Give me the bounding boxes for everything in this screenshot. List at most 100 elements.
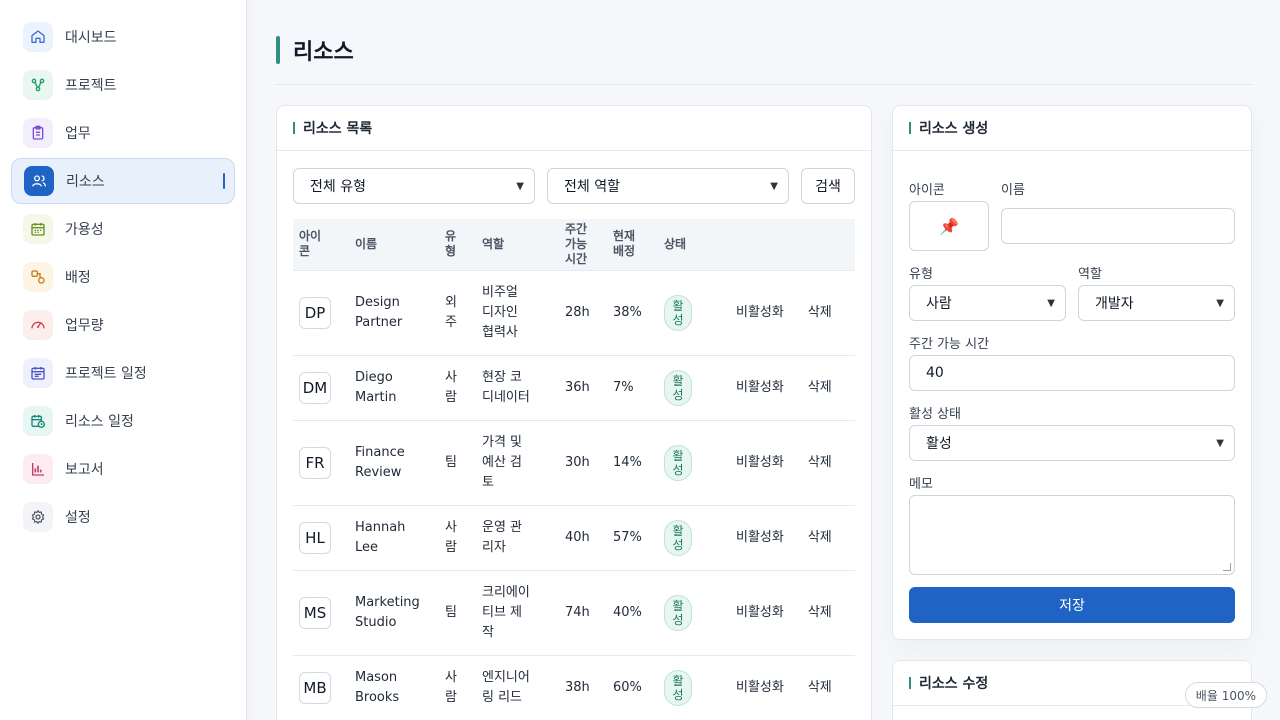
type-cell: 외 주 bbox=[439, 269, 476, 355]
deactivate-button[interactable]: 비활성화 bbox=[736, 380, 784, 395]
delete-button[interactable]: 삭제 bbox=[808, 455, 832, 470]
delete-button[interactable]: 삭제 bbox=[808, 605, 832, 620]
sidebar-item-9[interactable]: 보고서 bbox=[11, 446, 235, 492]
resize-handle[interactable] bbox=[1223, 563, 1231, 571]
table-row: HL Hannah Lee 사 람 운영 관 리자 40h 57% 활 성 비활성화 삭제 bbox=[293, 504, 855, 570]
deactivate-button[interactable]: 비활성화 bbox=[736, 680, 784, 695]
status-badge: 활 성 bbox=[664, 444, 692, 481]
avatar: FR bbox=[299, 446, 331, 479]
name-cell: Mason Brooks bbox=[349, 654, 439, 720]
delete-button[interactable]: 삭제 bbox=[808, 380, 832, 395]
role-cell: 가격 및 예산 검 토 bbox=[476, 419, 559, 505]
sidebar-item-label: 대시보드 bbox=[65, 30, 117, 46]
card-accent bbox=[909, 677, 911, 689]
avatar-cell: HL bbox=[293, 504, 349, 570]
status-cell: 활 성 bbox=[658, 419, 720, 505]
actions-cell: 비활성화 삭제 bbox=[720, 654, 855, 720]
allocation-cell: 38% bbox=[607, 269, 658, 355]
role-filter-value: 전체 역할 bbox=[564, 179, 620, 195]
role-select[interactable]: 개발자 ▼ bbox=[1078, 285, 1235, 321]
chevron-down-icon: ▼ bbox=[1216, 437, 1224, 449]
column-header bbox=[720, 219, 855, 270]
delete-button[interactable]: 삭제 bbox=[808, 305, 832, 320]
type-filter-value: 전체 유형 bbox=[310, 179, 366, 195]
sidebar-item-0[interactable]: 대시보드 bbox=[11, 14, 235, 60]
deactivate-button[interactable]: 비활성화 bbox=[736, 455, 784, 470]
resource-create-card: 리소스 생성 아이콘 이름 📌 유형 역할 사람 ▼ 개발자 ▼ 주간 가능 시… bbox=[892, 105, 1252, 640]
resource-table: 아이 콘 이름 유 형 역할 주간 가능 시간 현재 배정 상태 DP Design Part… bbox=[293, 219, 855, 720]
memo-textarea[interactable] bbox=[909, 495, 1235, 575]
status-select[interactable]: 활성 ▼ bbox=[909, 425, 1235, 461]
weekly-hours-value: 40 bbox=[926, 365, 944, 381]
sidebar-item-5[interactable]: 배정 bbox=[11, 254, 235, 300]
sidebar-item-label: 프로젝트 일정 bbox=[65, 366, 147, 382]
type-cell: 팀 bbox=[439, 569, 476, 655]
chevron-down-icon: ▼ bbox=[1216, 297, 1224, 309]
avatar-cell: FR bbox=[293, 419, 349, 505]
pin-icon: 📌 bbox=[939, 216, 959, 236]
role-select-value: 개발자 bbox=[1095, 296, 1134, 312]
save-button[interactable]: 저장 bbox=[909, 587, 1235, 623]
deactivate-button[interactable]: 비활성화 bbox=[736, 605, 784, 620]
type-filter-select[interactable]: 전체 유형 ▼ bbox=[293, 168, 535, 204]
delete-button[interactable]: 삭제 bbox=[808, 680, 832, 695]
name-cell: Diego Martin bbox=[349, 354, 439, 420]
deactivate-button[interactable]: 비활성화 bbox=[736, 305, 784, 320]
actions-cell: 비활성화 삭제 bbox=[720, 269, 855, 355]
calendar-icon bbox=[23, 214, 53, 244]
status-cell: 활 성 bbox=[658, 504, 720, 570]
name-cell: Design Partner bbox=[349, 269, 439, 355]
allocation-cell: 7% bbox=[607, 354, 658, 420]
clipboard-icon bbox=[23, 118, 53, 148]
allocation-cell: 60% bbox=[607, 654, 658, 720]
sidebar-item-6[interactable]: 업무량 bbox=[11, 302, 235, 348]
column-header: 유 형 bbox=[445, 229, 457, 259]
type-select[interactable]: 사람 ▼ bbox=[909, 285, 1066, 321]
table-header-row: 아이 콘 이름 유 형 역할 주간 가능 시간 현재 배정 상태 bbox=[293, 219, 855, 270]
icon-picker-button[interactable]: 📌 bbox=[909, 201, 989, 251]
weekly-hours-input[interactable]: 40 bbox=[909, 355, 1235, 391]
table-row: MB Mason Brooks 사 람 엔지니어 링 리드 38h 60% 활 성 비활성화 삭… bbox=[293, 654, 855, 720]
sidebar-item-7[interactable]: 프로젝트 일정 bbox=[11, 350, 235, 396]
name-cell: Hannah Lee bbox=[349, 504, 439, 570]
card-header: 리소스 목록 bbox=[277, 106, 871, 151]
type-cell: 사 람 bbox=[439, 504, 476, 570]
column-header: 이름 bbox=[355, 236, 378, 251]
delete-button[interactable]: 삭제 bbox=[808, 530, 832, 545]
memo-label: 메모 bbox=[909, 477, 933, 492]
card-title: 리소스 생성 bbox=[919, 121, 989, 137]
role-cell: 현장 코 디네이터 bbox=[476, 354, 559, 420]
name-input[interactable] bbox=[1001, 208, 1235, 244]
resource-list-card: 리소스 목록 전체 유형 ▼ 전체 역할 ▼ 검색 아이 콘 이름 유 형 역할 주간 … bbox=[276, 105, 872, 720]
sidebar-item-2[interactable]: 업무 bbox=[11, 110, 235, 156]
status-cell: 활 성 bbox=[658, 269, 720, 355]
sidebar-item-1[interactable]: 프로젝트 bbox=[11, 62, 235, 108]
sidebar-item-label: 리소스 bbox=[66, 174, 105, 190]
hours-cell: 30h bbox=[559, 419, 607, 505]
name-label: 이름 bbox=[1001, 183, 1025, 198]
deactivate-button[interactable]: 비활성화 bbox=[736, 530, 784, 545]
filter-bar: 전체 유형 ▼ 전체 역할 ▼ 검색 bbox=[293, 168, 855, 204]
type-label: 유형 bbox=[909, 267, 933, 282]
schedule-icon bbox=[23, 358, 53, 388]
name-cell: Marketing Studio bbox=[349, 569, 439, 655]
status-badge: 활 성 bbox=[664, 294, 692, 331]
search-button[interactable]: 검색 bbox=[801, 168, 855, 204]
card-title: 리소스 목록 bbox=[303, 121, 373, 137]
chevron-down-icon: ▼ bbox=[1047, 297, 1055, 309]
role-filter-select[interactable]: 전체 역할 ▼ bbox=[547, 168, 789, 204]
status-cell: 활 성 bbox=[658, 354, 720, 420]
sidebar-item-10[interactable]: 설정 bbox=[11, 494, 235, 540]
sidebar-item-4[interactable]: 가용성 bbox=[11, 206, 235, 252]
table-row: FR Finance Review 팀 가격 및 예산 검 토 30h 14% 활 성 비활성… bbox=[293, 419, 855, 505]
sidebar-item-label: 업무량 bbox=[65, 318, 104, 334]
card-header: 리소스 생성 bbox=[893, 106, 1251, 151]
assign-icon bbox=[23, 262, 53, 292]
zoom-indicator[interactable]: 배율 100% bbox=[1184, 682, 1267, 708]
allocation-cell: 40% bbox=[607, 569, 658, 655]
sidebar-item-3[interactable]: 리소스 bbox=[11, 158, 235, 204]
hours-label: 주간 가능 시간 bbox=[909, 337, 990, 352]
sidebar-item-8[interactable]: 리소스 일정 bbox=[11, 398, 235, 444]
card-title: 리소스 수정 bbox=[919, 676, 989, 692]
card-accent bbox=[293, 122, 295, 134]
